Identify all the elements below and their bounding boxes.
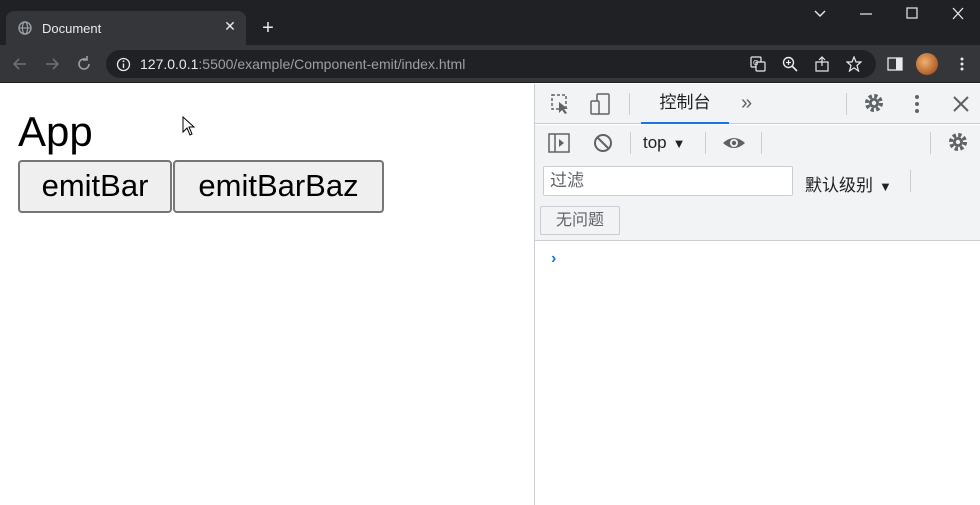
tab-title: Document [42, 21, 102, 36]
address-bar[interactable]: 127.0.0.1:5500/example/Component-emit/in… [106, 50, 876, 78]
close-devtools-icon[interactable] [950, 93, 972, 115]
live-expression-eye-icon[interactable] [721, 132, 745, 154]
devtools-panel: 控制台 » top ▼ 过滤 默认级别 ▼ 无问题 › [534, 84, 980, 505]
side-panel-icon[interactable] [886, 55, 904, 73]
issues-row: 无问题 [535, 201, 980, 241]
reload-icon[interactable] [74, 54, 94, 74]
console-prompt-icon: › [551, 250, 557, 267]
browser-window: Document ✕ + 127.0.0.1:5500/example/Comp… [0, 0, 980, 505]
browser-toolbar: 127.0.0.1:5500/example/Component-emit/in… [0, 45, 980, 83]
log-levels-dropdown[interactable]: 默认级别 ▼ [805, 171, 892, 196]
browser-tab[interactable]: Document ✕ [6, 11, 246, 45]
close-icon[interactable] [946, 4, 970, 24]
url-path: :5500/example/Component-emit/index.html [198, 56, 466, 72]
mouse-cursor-icon [182, 115, 196, 141]
back-icon[interactable] [10, 54, 30, 74]
tab-console[interactable]: 控制台 [641, 84, 729, 124]
toolbar-divider [629, 93, 630, 115]
globe-icon [18, 21, 32, 35]
share-icon[interactable] [814, 56, 830, 72]
url-text[interactable]: 127.0.0.1:5500/example/Component-emit/in… [140, 56, 465, 72]
chevron-down-icon[interactable] [808, 4, 832, 24]
translate-icon[interactable]: G [750, 56, 766, 72]
devtools-menu-icon[interactable] [906, 93, 928, 115]
more-tabs-icon[interactable]: » [741, 92, 752, 115]
console-toolbar: top ▼ [535, 125, 980, 161]
site-info-icon[interactable] [116, 57, 131, 77]
toolbar-divider [930, 132, 931, 154]
title-bar: Document ✕ + [0, 0, 980, 45]
toolbar-divider [761, 132, 762, 154]
page-content: App emitBar emitBarBaz [0, 84, 534, 505]
inspect-element-icon[interactable] [550, 93, 572, 115]
new-tab-button[interactable]: + [258, 18, 278, 38]
context-selector[interactable]: top ▼ [643, 133, 686, 153]
toolbar-divider [910, 170, 911, 192]
emit-bar-button[interactable]: emitBar [18, 160, 172, 213]
context-value: top [643, 133, 667, 152]
device-toolbar-icon[interactable] [589, 93, 611, 115]
profile-avatar[interactable] [916, 53, 938, 75]
filter-row: 过滤 默认级别 ▼ [535, 161, 980, 201]
toolbar-divider [630, 132, 631, 154]
toolbar-divider [705, 132, 706, 154]
settings-gear-icon[interactable] [863, 92, 885, 114]
page-title: App [18, 108, 93, 155]
clear-console-icon[interactable] [592, 132, 614, 154]
dropdown-arrow-icon: ▼ [879, 179, 892, 194]
filter-input[interactable]: 过滤 [543, 166, 793, 196]
bookmark-star-icon[interactable] [845, 55, 863, 73]
issues-button[interactable]: 无问题 [540, 206, 620, 235]
dropdown-arrow-icon: ▼ [672, 136, 686, 151]
kebab-menu-icon[interactable] [953, 55, 971, 73]
url-host: 127.0.0.1 [140, 56, 199, 72]
console-settings-gear-icon[interactable] [947, 131, 969, 153]
tab-close-icon[interactable]: ✕ [222, 18, 238, 34]
forward-icon[interactable] [42, 54, 62, 74]
maximize-icon[interactable] [900, 4, 924, 24]
minimize-icon[interactable] [854, 4, 878, 24]
emit-bar-baz-button[interactable]: emitBarBaz [173, 160, 384, 213]
devtools-tab-bar: 控制台 » [535, 84, 980, 124]
zoom-icon[interactable] [782, 56, 798, 72]
toolbar-divider [846, 93, 847, 115]
log-levels-label: 默认级别 [805, 176, 873, 195]
sidebar-toggle-icon[interactable] [548, 132, 570, 154]
svg-text:G: G [753, 59, 758, 67]
console-output[interactable]: › [535, 242, 980, 505]
